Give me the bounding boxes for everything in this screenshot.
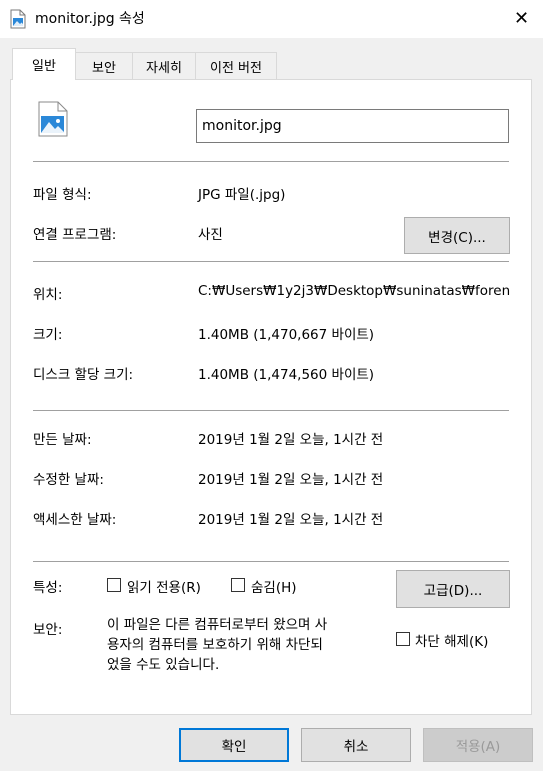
change-button[interactable]: 변경(C)... — [404, 217, 510, 254]
security-line: 용자의 컴퓨터를 보호하기 위해 차단되 — [107, 637, 323, 653]
security-line: 었을 수도 있습니다. — [107, 657, 220, 673]
separator — [33, 161, 509, 162]
file-type-value: JPG 파일(.jpg) — [198, 187, 286, 203]
separator — [33, 561, 509, 562]
opens-with-label: 연결 프로그램: — [33, 227, 117, 243]
size-on-disk-label: 디스크 할당 크기: — [33, 367, 134, 383]
separator — [33, 261, 509, 262]
tab-previous-versions[interactable]: 이전 버전 — [195, 52, 277, 79]
hidden-checkbox[interactable] — [231, 578, 245, 592]
tab-details[interactable]: 자세히 — [132, 52, 196, 79]
readonly-label[interactable]: 읽기 전용(R) — [127, 576, 201, 596]
separator — [33, 410, 509, 411]
security-label: 보안: — [33, 622, 63, 638]
readonly-checkbox[interactable] — [107, 578, 121, 592]
location-label: 위치: — [33, 287, 63, 303]
cancel-button[interactable]: 취소 — [301, 728, 411, 762]
modified-label: 수정한 날짜: — [33, 472, 104, 488]
security-line: 이 파일은 다른 컴퓨터로부터 왔으며 사 — [107, 617, 328, 633]
advanced-button[interactable]: 고급(D)... — [396, 570, 510, 608]
ok-button[interactable]: 확인 — [179, 728, 289, 762]
security-message: 이 파일은 다른 컴퓨터로부터 왔으며 사 용자의 컴퓨터를 보호하기 위해 차… — [107, 615, 387, 675]
unblock-checkbox[interactable] — [396, 632, 410, 646]
close-button[interactable]: ✕ — [500, 0, 543, 36]
unblock-label[interactable]: 차단 해제(K) — [415, 630, 488, 650]
location-value: C:₩Users₩1y2j3₩Desktop₩suninatas₩forensi… — [198, 283, 510, 299]
apply-button[interactable]: 적용(A) — [423, 728, 533, 762]
tab-security[interactable]: 보안 — [75, 52, 133, 79]
file-type-label: 파일 형식: — [33, 187, 92, 203]
created-label: 만든 날짜: — [33, 432, 92, 448]
filename-input[interactable] — [196, 109, 509, 143]
size-on-disk-value: 1.40MB (1,474,560 바이트) — [198, 367, 375, 383]
accessed-value: 2019년 1월 2일 오늘, 1시간 전 — [198, 512, 384, 528]
modified-value: 2019년 1월 2일 오늘, 1시간 전 — [198, 472, 384, 488]
opens-with-value: 사진 — [198, 227, 223, 243]
image-file-icon — [10, 9, 26, 29]
attributes-label: 특성: — [33, 580, 63, 596]
image-file-icon — [38, 101, 68, 137]
accessed-label: 액세스한 날짜: — [33, 512, 117, 528]
size-value: 1.40MB (1,470,667 바이트) — [198, 327, 375, 343]
tab-general[interactable]: 일반 — [12, 48, 76, 80]
window-title: monitor.jpg 속성 — [35, 11, 145, 27]
created-value: 2019년 1월 2일 오늘, 1시간 전 — [198, 432, 384, 448]
size-label: 크기: — [33, 327, 63, 343]
hidden-label[interactable]: 숨김(H) — [251, 576, 297, 596]
